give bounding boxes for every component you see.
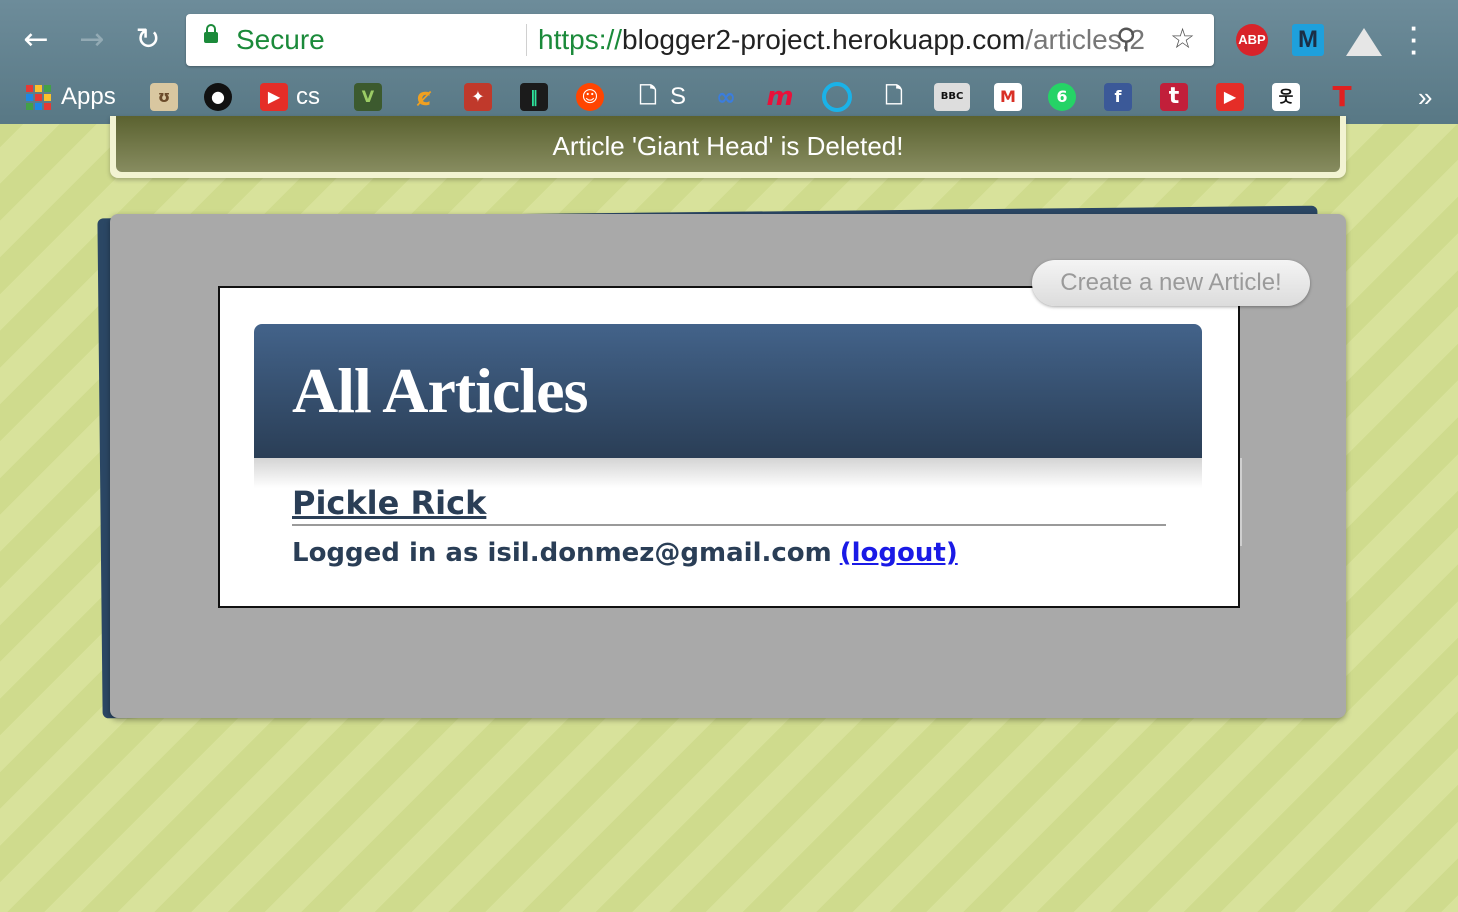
login-status: Logged in as isil.donmez@gmail.com (logou… bbox=[292, 538, 958, 568]
bookmark-green-logo[interactable]: V bbox=[354, 80, 390, 114]
bookmark-bars[interactable]: ‖ bbox=[520, 80, 556, 114]
bookmark-youtube-cs[interactable]: ▶ cs bbox=[260, 80, 320, 114]
red-pattern-icon: ✦ bbox=[464, 83, 492, 111]
tumblr-icon: t bbox=[1160, 83, 1188, 111]
m-extension-icon[interactable]: M bbox=[1292, 24, 1324, 56]
bookmark-leetcode[interactable]: ȼ bbox=[410, 80, 446, 114]
bookmark-gmail[interactable]: M bbox=[994, 80, 1030, 114]
bookmark-cs-label: cs bbox=[296, 83, 320, 110]
bookmark-reddit[interactable]: ☺ bbox=[576, 80, 612, 114]
bookmark-bbc[interactable]: BBC bbox=[934, 80, 978, 114]
reload-icon[interactable]: ↻ bbox=[130, 22, 166, 58]
apps-grid-icon bbox=[26, 84, 51, 110]
youtube-icon: ▶ bbox=[260, 83, 288, 111]
bookmark-s-label: S bbox=[670, 83, 687, 110]
page-title: All Articles bbox=[292, 355, 588, 426]
secure-label: Secure bbox=[236, 24, 325, 55]
bookmark-viking[interactable]: ʊ bbox=[150, 80, 186, 114]
viking-icon: ʊ bbox=[150, 83, 178, 111]
circle-icon bbox=[822, 82, 852, 112]
bookmark-circle[interactable] bbox=[822, 80, 860, 114]
github-icon: ● bbox=[204, 83, 232, 111]
content-panel: All Articles Pickle Rick Logged in as is… bbox=[218, 286, 1242, 608]
login-text: Logged in as isil.donmez@gmail.com bbox=[292, 538, 832, 568]
bookmark-m-red[interactable]: m bbox=[766, 80, 802, 114]
m-red-icon: m bbox=[766, 82, 794, 112]
bookmark-tumblr[interactable]: t bbox=[1160, 80, 1196, 114]
bookmark-youtube[interactable]: ▶ bbox=[1216, 80, 1252, 114]
url-text[interactable]: https://blogger2-project.herokuapp.com/a… bbox=[538, 24, 1145, 56]
bookmark-facebook[interactable]: f bbox=[1104, 80, 1140, 114]
bookmark-t-red[interactable]: T bbox=[1328, 80, 1364, 114]
forward-icon[interactable]: → bbox=[74, 22, 110, 58]
url-host: blogger2-project.herokuapp.com bbox=[622, 24, 1026, 55]
bars-icon: ‖ bbox=[520, 83, 548, 111]
chrome-menu-icon[interactable]: · · · bbox=[1410, 15, 1419, 65]
bookmarks-bar: Apps ʊ ● ▶ cs V ȼ ✦ ‖ ☺ 🗋 S ∞ m 🗋 BBC M 6 … bbox=[0, 72, 1458, 122]
bookmark-doc[interactable]: 🗋 bbox=[880, 80, 916, 114]
side-divider bbox=[1240, 458, 1242, 546]
document-icon: 🗋 bbox=[639, 84, 657, 109]
bbc-icon: BBC bbox=[934, 83, 970, 111]
page-header: All Articles bbox=[254, 324, 1202, 458]
leetcode-icon: ȼ bbox=[416, 83, 432, 111]
flash-banner: Article 'Giant Head' is Deleted! bbox=[110, 116, 1346, 178]
youtube-icon-2: ▶ bbox=[1216, 83, 1244, 111]
gmail-icon: M bbox=[994, 83, 1022, 111]
doc-icon: 🗋 bbox=[885, 84, 903, 109]
bookmark-whatsapp[interactable]: 6 bbox=[1048, 80, 1084, 114]
back-icon[interactable]: ← bbox=[18, 22, 54, 58]
bookmarks-more-icon[interactable]: » bbox=[1418, 82, 1432, 113]
google-drive-icon[interactable] bbox=[1346, 28, 1382, 56]
bookmark-apps-label: Apps bbox=[61, 83, 116, 110]
bookmark-s[interactable]: 🗋 S bbox=[634, 80, 686, 114]
infinity-icon: ∞ bbox=[716, 83, 736, 111]
figures-icon: 웃 bbox=[1272, 83, 1300, 111]
divider bbox=[292, 524, 1166, 526]
reddit-icon: ☺ bbox=[576, 83, 604, 111]
url-scheme: https:// bbox=[538, 24, 623, 55]
flash-message: Article 'Giant Head' is Deleted! bbox=[116, 116, 1340, 172]
t-red-icon: T bbox=[1332, 80, 1352, 113]
bookmark-red-pattern[interactable]: ✦ bbox=[464, 80, 500, 114]
lock-icon bbox=[204, 24, 218, 43]
create-article-button[interactable]: Create a new Article! bbox=[1032, 260, 1310, 306]
v-logo-icon: V bbox=[354, 83, 382, 111]
bookmark-github[interactable]: ● bbox=[204, 80, 240, 114]
logout-link[interactable]: (logout) bbox=[840, 538, 958, 568]
bookmark-star-icon[interactable]: ☆ bbox=[1170, 22, 1195, 55]
article-link[interactable]: Pickle Rick bbox=[292, 484, 486, 522]
bookmark-bw-figures[interactable]: 웃 bbox=[1272, 80, 1308, 114]
bookmark-apps[interactable]: Apps bbox=[26, 80, 116, 114]
bookmark-infinity[interactable]: ∞ bbox=[712, 80, 748, 114]
omnibox-divider bbox=[526, 24, 527, 56]
zoom-icon[interactable]: ⚲ bbox=[1116, 22, 1137, 55]
whatsapp-icon: 6 bbox=[1048, 83, 1076, 111]
address-bar[interactable]: Secure https://blogger2-project.herokuap… bbox=[186, 14, 1214, 66]
browser-toolbar: ← → ↻ Secure https://blogger2-project.he… bbox=[0, 0, 1458, 124]
adblock-plus-icon[interactable]: ABP bbox=[1236, 24, 1268, 56]
facebook-icon: f bbox=[1104, 83, 1132, 111]
